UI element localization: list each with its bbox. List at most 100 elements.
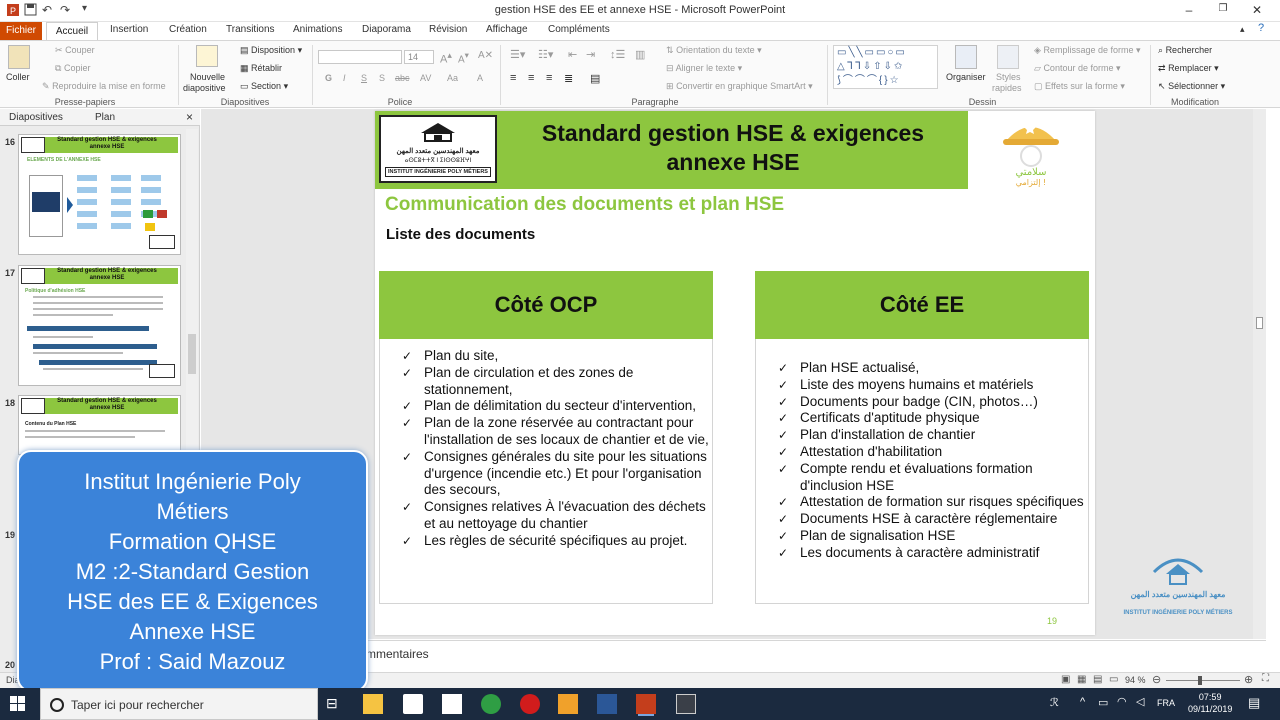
change-case-button[interactable]: Aa [447,73,458,83]
find-button[interactable]: ⌕ Rechercher [1158,45,1212,56]
mail-icon[interactable] [442,694,462,714]
shapes-gallery[interactable]: ▭╲╲▭▭○▭ △ᒣᒣ⇩⇧⇩✩ ⟆⌒⌒⌒{}☆ [833,45,938,89]
tab-file[interactable]: Fichier [0,22,42,40]
tray-chevron-icon[interactable]: ^ [1080,696,1085,708]
windows-start-icon[interactable] [10,696,30,716]
zoom-in-icon[interactable]: ⊕ [1244,673,1253,686]
new-slide-label-2[interactable]: diapositive [183,83,226,93]
store-icon[interactable] [403,694,423,714]
paste-button[interactable]: Coller [6,72,30,82]
quick-styles-label-2[interactable]: rapides [992,83,1022,93]
tab-slides-pane[interactable]: Diapositives [9,112,63,123]
tab-diaporama[interactable]: Diaporama [362,24,411,35]
minimize-button[interactable]: – [1174,3,1204,17]
align-text-button[interactable]: ⊟ Aligner le texte ▾ [666,63,742,74]
task-view-icon[interactable]: ⊟ [326,695,338,712]
taskbar-clock[interactable]: 07:59 09/11/2019 [1188,691,1232,715]
close-pane-icon[interactable]: × [186,110,193,124]
increase-indent-icon[interactable]: ⇥ [586,48,595,61]
char-spacing-button[interactable]: AV [420,73,431,83]
tab-complements[interactable]: Compléments [548,24,610,35]
decrease-indent-icon[interactable]: ⇤ [568,48,577,61]
fit-window-icon[interactable]: ⛶ [1262,673,1269,684]
slide[interactable]: معهد المهندسين متعدد المهن ⴰⵙⵎⵓⵜⵜⴳ ⵏ ⵉⵏⵙ… [375,111,1095,635]
tab-insertion[interactable]: Insertion [110,24,148,35]
numbering-icon[interactable]: ☷▾ [538,48,553,61]
word-icon[interactable] [597,694,617,714]
tab-transitions[interactable]: Transitions [226,24,275,35]
columns-icon[interactable]: ▥ [635,48,645,61]
shadow-button[interactable]: S [379,73,385,83]
quick-styles-label-1[interactable]: Styles [996,72,1021,82]
strikethrough-button[interactable]: abc [395,73,410,83]
sorter-view-icon[interactable]: ▦ [1077,674,1086,685]
chrome-icon[interactable] [481,694,501,714]
layout-button[interactable]: ▤ Disposition ▾ [240,45,302,56]
tab-accueil[interactable]: Accueil [46,22,98,41]
shape-outline-button[interactable]: ▱ Contour de forme ▾ [1034,63,1121,74]
line-spacing-icon[interactable]: ↕☰ [610,48,625,61]
clear-format-icon[interactable]: A✕ [478,50,493,61]
zoom-slider-thumb[interactable] [1198,676,1202,685]
collapse-ribbon-icon[interactable]: ▴ [1240,24,1245,35]
new-slide-icon[interactable] [196,45,218,67]
select-button[interactable]: ↖ Sélectionner ▾ [1158,81,1225,92]
normal-view-icon[interactable]: ▣ [1061,674,1070,685]
canvas-scrollbar[interactable] [1253,109,1266,639]
volume-icon[interactable]: ◁ [1136,695,1144,708]
slide-thumbnail-16[interactable]: Standard gestion HSE & exigences annexe … [18,134,181,255]
replace-button[interactable]: ⇄ Remplacer ▾ [1158,63,1219,74]
zoom-out-icon[interactable]: ⊖ [1152,673,1161,686]
opera-icon[interactable] [520,694,540,714]
tab-creation[interactable]: Création [169,24,207,35]
align-center-icon[interactable]: ≡ [528,72,534,84]
paste-icon[interactable] [8,45,30,69]
help-icon[interactable]: ? [1258,22,1264,34]
align-left-icon[interactable]: ≡ [510,72,516,84]
zoom-slider[interactable] [1166,680,1240,681]
app-icon[interactable] [676,694,696,714]
pane-scroll-thumb[interactable] [188,334,196,374]
copy-button[interactable]: ⧉ Copier [55,63,90,74]
notifications-icon[interactable]: ▤ [1248,695,1260,711]
zoom-level[interactable]: 94 % [1125,675,1146,685]
close-button[interactable]: ✕ [1242,3,1272,17]
quick-styles-icon[interactable] [997,45,1019,69]
people-icon[interactable]: ℛ [1050,696,1059,709]
reading-view-icon[interactable]: ▤ [1093,674,1102,685]
slide-thumbnail-18[interactable]: Standard gestion HSE & exigences annexe … [18,395,181,455]
app-k-icon[interactable] [558,694,578,714]
file-explorer-icon[interactable] [363,694,383,714]
font-color-button[interactable]: A [477,73,483,83]
taskbar-search-box[interactable]: Taper ici pour rechercher [40,688,318,720]
cut-button[interactable]: ✂ Couper [55,45,95,56]
language-indicator[interactable]: FRA [1157,698,1175,708]
font-size-field[interactable]: 14 [404,50,434,64]
distribute-icon[interactable]: ▤ [590,72,600,85]
reset-button[interactable]: ▦ Rétablir [240,63,282,74]
arrange-button[interactable]: Organiser [946,72,986,82]
arrange-icon[interactable] [955,45,977,69]
text-direction-button[interactable]: ⇅ Orientation du texte ▾ [666,45,762,56]
smartart-button[interactable]: ⊞ Convertir en graphique SmartArt ▾ [666,81,813,92]
justify-icon[interactable]: ≣ [564,72,573,85]
canvas-scroll-thumb[interactable] [1256,317,1263,329]
underline-button[interactable]: S [361,73,367,83]
powerpoint-taskbar-icon[interactable] [636,694,656,714]
tab-affichage[interactable]: Affichage [486,24,528,35]
tab-animations[interactable]: Animations [293,24,342,35]
shape-effects-button[interactable]: ▢ Effets sur la forme ▾ [1034,81,1125,92]
new-slide-label-1[interactable]: Nouvelle [190,72,225,82]
bold-button[interactable]: G [325,73,332,83]
shape-fill-button[interactable]: ◈ Remplissage de forme ▾ [1034,45,1141,56]
tab-revision[interactable]: Révision [429,24,467,35]
grow-font-button[interactable]: A▴ [440,50,452,66]
network-icon[interactable]: ▭ [1098,696,1108,709]
restore-button[interactable]: ❐ [1208,3,1238,14]
section-button[interactable]: ▭ Section ▾ [240,81,288,92]
format-painter-button[interactable]: ✎ Reproduire la mise en forme [42,81,166,92]
slide-thumbnail-17[interactable]: Standard gestion HSE & exigences annexe … [18,265,181,386]
italic-button[interactable]: I [343,73,346,83]
align-right-icon[interactable]: ≡ [546,72,552,84]
slideshow-view-icon[interactable]: ▭ [1109,674,1118,685]
